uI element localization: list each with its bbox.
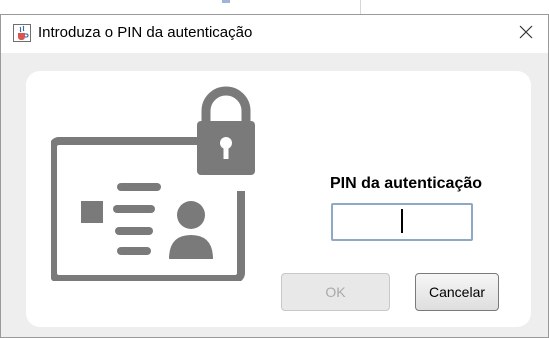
cancel-button[interactable]: Cancelar [415,273,499,311]
text-caret [401,209,403,233]
background-window-divider [360,0,361,14]
background-window-mark [222,0,230,3]
java-cup-icon [13,24,31,42]
close-icon [519,25,533,44]
dialog-content-panel: PIN da autenticação OK Cancelar [26,71,531,327]
background-window [0,0,549,14]
window-title: Introduza o PIN da autenticação [38,24,253,41]
id-card-with-padlock-icon [49,81,271,283]
pin-dialog: Introduza o PIN da autenticação PIN da a… [0,14,549,338]
close-button[interactable] [504,15,548,53]
title-bar[interactable]: Introduza o PIN da autenticação [1,15,548,53]
ok-button[interactable]: OK [281,273,390,311]
pin-field-label: PIN da autenticação [329,175,483,192]
